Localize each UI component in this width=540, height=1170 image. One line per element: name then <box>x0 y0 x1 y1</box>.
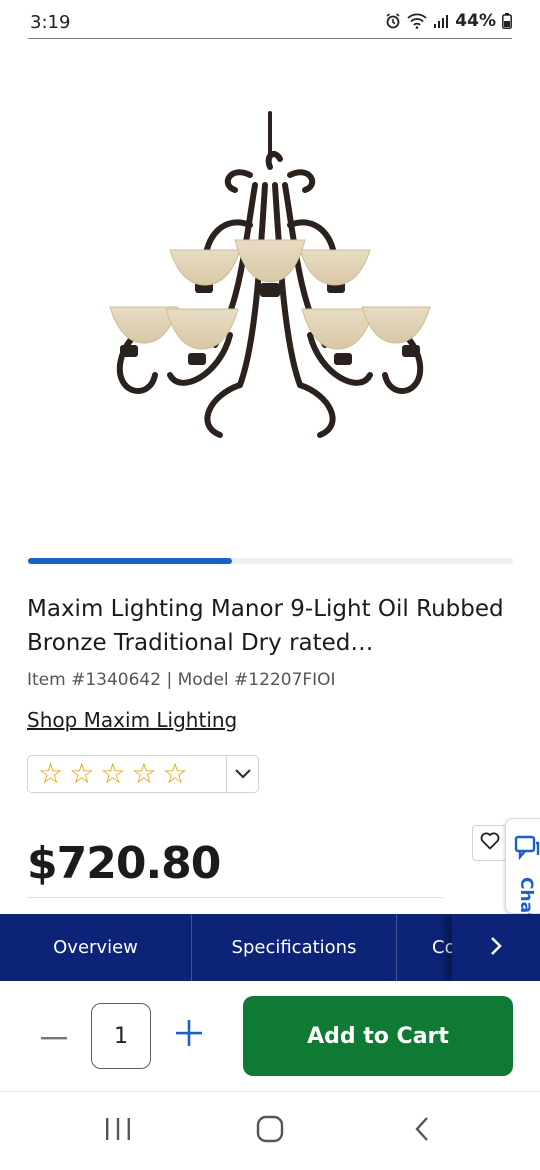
meta-divider: | <box>166 670 178 690</box>
quantity-increase-button[interactable] <box>174 1020 204 1050</box>
chat-icon <box>514 835 540 865</box>
add-to-cart-button[interactable]: Add to Cart <box>243 996 513 1076</box>
chevron-down-icon[interactable] <box>227 768 258 780</box>
section-tab-bar: Overview Specifications Co <box>0 914 540 981</box>
heart-icon <box>480 832 500 854</box>
status-bar: 3:19 44% <box>0 0 540 46</box>
star-icon: ☆ <box>38 757 64 790</box>
model-number: Model #12207FIOI <box>177 670 336 690</box>
rating-dropdown[interactable]: ☆ ☆ ☆ ☆ ☆ <box>27 755 259 793</box>
shop-brand-link[interactable]: Shop Maxim Lighting <box>27 708 237 732</box>
chandelier-image <box>109 111 431 438</box>
recent-apps-button[interactable] <box>98 1114 138 1148</box>
plus-icon <box>176 1020 202 1050</box>
wifi-icon <box>407 13 427 29</box>
rating-stars: ☆ ☆ ☆ ☆ ☆ <box>28 760 226 788</box>
status-icons: 44% <box>385 11 512 31</box>
tab-overview[interactable]: Overview <box>0 914 192 981</box>
product-meta: Item #1340642 | Model #12207FIOI <box>27 670 336 690</box>
star-icon: ☆ <box>69 757 95 790</box>
star-icon: ☆ <box>162 757 188 790</box>
status-divider <box>28 38 512 39</box>
price-divider <box>27 897 443 898</box>
home-icon <box>256 1115 284 1147</box>
carousel-progress-fill <box>28 558 232 564</box>
favorite-button[interactable] <box>472 825 508 861</box>
quantity-input[interactable]: 1 <box>91 1003 151 1069</box>
image-carousel-progress <box>28 558 513 564</box>
chevron-right-icon <box>489 935 503 961</box>
battery-icon <box>502 13 512 29</box>
minus-icon <box>41 1026 67 1045</box>
status-time: 3:19 <box>30 12 71 33</box>
recent-apps-icon <box>104 1116 132 1146</box>
back-button[interactable] <box>402 1114 442 1148</box>
signal-icon <box>433 14 449 28</box>
home-button[interactable] <box>250 1114 290 1148</box>
star-icon: ☆ <box>131 757 157 790</box>
star-icon: ☆ <box>100 757 126 790</box>
system-nav-bar <box>0 1092 540 1170</box>
tabs-scroll-right-button[interactable] <box>452 914 540 981</box>
item-number: Item #1340642 <box>27 670 162 690</box>
alarm-icon <box>385 13 401 29</box>
quantity-decrease-button[interactable] <box>40 1020 68 1050</box>
product-image[interactable] <box>100 105 440 475</box>
back-icon <box>413 1115 431 1147</box>
product-price: $720.80 <box>27 838 221 889</box>
tab-specifications[interactable]: Specifications <box>192 914 397 981</box>
chat-button[interactable]: Chat <box>505 818 540 921</box>
battery-label: 44% <box>455 11 496 31</box>
product-title: Maxim Lighting Manor 9-Light Oil Rubbed … <box>27 596 504 656</box>
